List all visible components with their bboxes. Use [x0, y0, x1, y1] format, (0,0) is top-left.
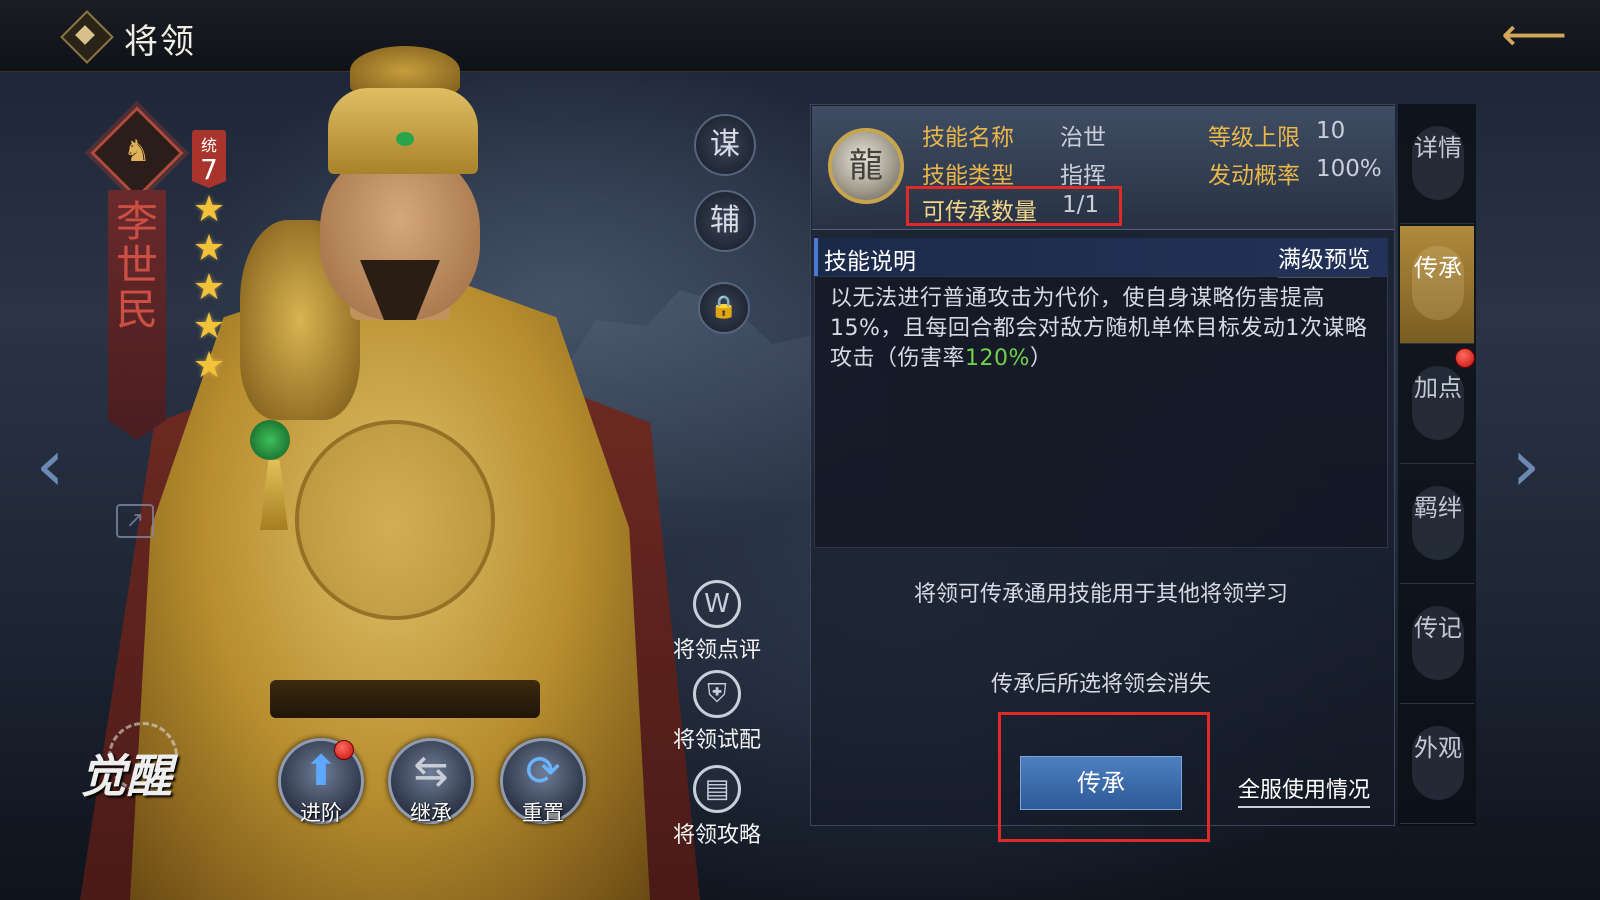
strategy-mode-button[interactable]: 谋 — [694, 114, 756, 176]
tab-details[interactable]: 详情 — [1400, 106, 1474, 224]
awaken-mark[interactable]: 觉醒 — [80, 722, 200, 818]
level-cap-label: 等级上限 — [1208, 125, 1300, 151]
tab-label: 传承 — [1414, 254, 1462, 282]
share-icon[interactable]: ↗ — [116, 504, 154, 538]
server-usage-link[interactable]: 全服使用情况 — [1238, 772, 1371, 808]
hero-review-label: 将领点评 — [672, 638, 761, 663]
hat-gem-icon — [396, 132, 414, 146]
damage-rate-highlight: 120% — [965, 346, 1030, 371]
inherit-button[interactable]: 传承 — [1020, 756, 1182, 810]
trigger-rate-value: 100% — [1316, 156, 1382, 182]
skill-name-value: 治世 — [1060, 125, 1106, 151]
hero-belt — [270, 680, 540, 718]
star-icon: ★ — [192, 228, 226, 269]
tab-inherit[interactable]: 传承 — [1400, 226, 1474, 344]
swap-arrows-icon: ⇆ — [413, 746, 449, 795]
level-cap-value: 10 — [1316, 118, 1346, 144]
faction-badge: ♞ — [90, 106, 184, 200]
helmet-icon: ⛨ — [693, 670, 741, 718]
awaken-label: 觉醒 — [80, 749, 172, 803]
skill-type-value: 指挥 — [1060, 163, 1106, 189]
hero-guide-link[interactable]: ▤ 将领攻略 — [662, 765, 772, 849]
star-icon: ★ — [192, 189, 226, 230]
star-rating: ★ ★ ★ ★ ★ — [186, 190, 232, 385]
inherit-action-label: 继承 — [410, 801, 452, 825]
hero-trial-link[interactable]: ⛨ 将领试配 — [662, 670, 772, 754]
inherit-warning: 传承后所选将领会消失 — [990, 672, 1211, 697]
tab-label: 加点 — [1414, 374, 1462, 402]
command-value: 7 — [200, 153, 218, 186]
hero-review-link[interactable]: W 将领点评 — [662, 580, 772, 664]
tab-appearance[interactable]: 外观 — [1400, 706, 1474, 824]
skill-name-label: 技能名称 — [922, 125, 1014, 151]
skill-dragon-icon[interactable]: 龍 — [828, 128, 904, 204]
tab-label: 传记 — [1414, 614, 1462, 642]
next-hero-arrow-icon[interactable]: › — [1502, 429, 1550, 501]
prev-hero-arrow-icon[interactable]: ‹ — [26, 429, 74, 501]
skill-type-label: 技能类型 — [922, 163, 1014, 189]
dragon-emblem-icon — [295, 420, 495, 620]
tab-label: 外观 — [1414, 734, 1462, 762]
tab-biography[interactable]: 传记 — [1400, 586, 1474, 704]
trigger-rate-label: 发动概率 — [1208, 163, 1300, 189]
notification-dot — [334, 740, 354, 760]
hero-guide-label: 将领攻略 — [672, 823, 761, 848]
description-title: 技能说明 — [824, 249, 916, 275]
tab-label: 详情 — [1414, 134, 1462, 162]
star-icon: ★ — [192, 306, 226, 347]
inherit-count-highlight — [906, 186, 1122, 226]
hero-trial-label: 将领试配 — [672, 728, 761, 753]
hero-hat — [328, 88, 478, 174]
review-icon: W — [693, 580, 741, 628]
refresh-icon: ⟳ — [525, 746, 561, 795]
star-icon: ★ — [192, 345, 226, 386]
command-tag: 统 7 — [192, 130, 226, 188]
advance-label: 进阶 — [300, 801, 342, 825]
lion-icon: ♞ — [123, 134, 151, 169]
book-icon: ▤ — [693, 765, 741, 813]
back-arrow-icon[interactable]: ⟵ — [1498, 11, 1570, 60]
hero-name: 李世民 — [115, 197, 158, 334]
description-text: 以无法进行普通攻击为代价，使自身谋略伤害提高15%，且每回合都会对敌方随机单体目… — [830, 286, 1368, 371]
lock-icon[interactable]: 🔒 — [698, 282, 750, 334]
reset-label: 重置 — [522, 801, 564, 825]
tab-label: 羁绊 — [1414, 494, 1462, 522]
tab-bonds[interactable]: 羁绊 — [1400, 466, 1474, 584]
notification-dot — [1455, 348, 1475, 368]
inherit-note: 将领可传承通用技能用于其他将领学习 — [913, 582, 1288, 607]
star-icon: ★ — [192, 267, 226, 308]
support-mode-button[interactable]: 辅 — [694, 190, 756, 252]
max-level-preview-link[interactable]: 满级预览 — [1278, 240, 1370, 278]
reset-button[interactable]: ⟳ 重置 — [500, 738, 586, 825]
inherit-action-button[interactable]: ⇆ 继承 — [388, 738, 474, 825]
jade-pendant-icon — [250, 420, 290, 460]
